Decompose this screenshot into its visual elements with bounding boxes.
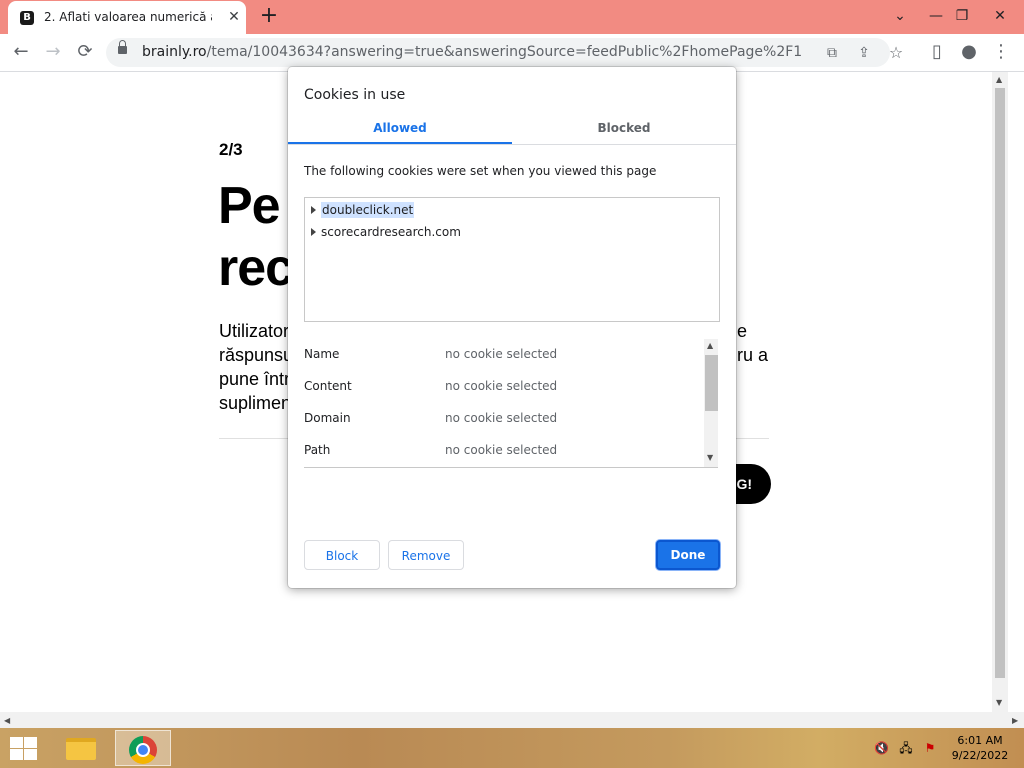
volume-muted-icon[interactable]: 🔇 [874,741,889,755]
scroll-down-arrow-icon[interactable]: ▼ [996,698,1002,707]
active-tab-indicator [288,142,512,144]
details-scroll-down-icon[interactable]: ▼ [707,453,713,462]
new-tab-button[interactable]: + [258,5,280,28]
network-icon[interactable]: 🖧 [899,741,913,755]
close-window-button[interactable]: ✕ [980,2,1020,30]
folder-icon [66,738,96,760]
windows-taskbar: 🔇 🖧 ⚑ 6:01 AM 9/22/2022 [0,728,1024,768]
scroll-up-arrow-icon[interactable]: ▲ [996,75,1002,84]
page-heading-line-2: rec [218,239,294,297]
tab-search-chevron-icon[interactable]: ⌄ [880,2,920,30]
forward-button[interactable]: → [40,39,66,65]
lock-icon[interactable] [118,40,127,54]
url-text[interactable]: brainly.ro/tema/10043634?answering=true&… [142,44,802,60]
tab-strip: B 2. Aflati valoarea numerică a fiecă ✕ … [0,0,1024,34]
step-indicator: 2/3 [219,140,243,159]
clock-time: 6:01 AM [957,734,1003,747]
tree-item-doubleclick[interactable]: doubleclick.net [311,200,415,220]
expand-triangle-icon[interactable] [311,228,316,236]
chrome-icon [129,736,157,764]
detail-value: no cookie selected [445,347,558,361]
done-button[interactable]: Done [656,540,720,570]
windows-logo-pane [10,737,23,748]
cookie-domain-tree[interactable]: doubleclick.net scorecardresearch.com [304,197,720,322]
url-path: /tema/10043634?answering=true&answeringS… [206,44,803,60]
detail-label: Content [304,379,352,393]
details-scroll-up-icon[interactable]: ▲ [707,341,713,350]
browser-tab[interactable]: B 2. Aflati valoarea numerică a fiecă ✕ [8,1,246,34]
paragraph-fragment-1: e [737,321,748,341]
side-panel-icon[interactable]: ▯ [924,39,950,65]
back-button[interactable]: ← [8,39,34,65]
tab-allowed[interactable]: Allowed [288,121,512,135]
dialog-title: Cookies in use [304,87,406,103]
detail-row-name: Name no cookie selected [304,344,704,364]
bookmark-star-icon[interactable]: ☆ [886,43,906,63]
detail-row-content: Content no cookie selected [304,376,704,396]
detail-label: Domain [304,411,351,425]
detail-value: no cookie selected [445,443,558,457]
file-explorer-taskbar-button[interactable] [52,730,108,766]
detail-label: Path [304,443,331,457]
block-button[interactable]: Block [304,540,380,570]
tree-item-label: doubleclick.net [321,202,415,218]
detail-row-path: Path no cookie selected [304,440,704,460]
scroll-left-arrow-icon[interactable]: ◀ [4,716,10,725]
start-windows-icon[interactable] [8,736,38,760]
windows-logo-pane [24,737,37,748]
tab-blocked[interactable]: Blocked [512,121,736,135]
tree-item-label: scorecardresearch.com [321,225,461,239]
chrome-taskbar-button[interactable] [115,730,171,766]
brainly-favicon-icon: B [20,11,34,25]
address-bar[interactable]: brainly.ro/tema/10043634?answering=true&… [106,38,903,67]
tree-item-scorecardresearch[interactable]: scorecardresearch.com [311,222,461,242]
restore-button[interactable]: ❐ [942,2,982,30]
detail-label: Name [304,347,340,361]
paragraph-fragment-2: ru a [737,345,769,365]
profile-avatar-icon[interactable]: ● [956,39,982,65]
detail-row-domain: Domain no cookie selected [304,408,704,428]
close-tab-icon[interactable]: ✕ [226,9,242,25]
page-heading-line-1: Pe [218,177,281,235]
windows-logo-pane [10,749,23,760]
cookies-in-use-dialog: Cookies in use Allowed Blocked The follo… [288,67,736,588]
system-clock[interactable]: 6:01 AM 9/22/2022 [945,733,1015,763]
share-icon[interactable]: ⇪ [854,43,874,63]
expand-triangle-icon[interactable] [311,206,316,214]
detail-value: no cookie selected [445,411,558,425]
tab-title: 2. Aflati valoarea numerică a fiecă [44,10,212,24]
remove-button[interactable]: Remove [388,540,464,570]
details-scrollbar-thumb[interactable] [705,355,718,411]
clock-date: 9/22/2022 [951,749,1009,762]
vertical-scrollbar-thumb[interactable] [995,88,1005,678]
horizontal-scrollbar[interactable]: ◀ ▶ [0,712,1024,728]
action-center-flag-icon[interactable]: ⚑ [923,741,937,755]
dialog-intro-text: The following cookies were set when you … [304,164,657,178]
translate-icon[interactable]: ⧉ [822,43,842,63]
reload-button[interactable]: ⟳ [72,39,98,65]
chrome-menu-icon[interactable]: ⋮ [988,39,1014,65]
detail-value: no cookie selected [445,379,558,393]
url-host: brainly.ro [142,44,207,60]
tab-divider [288,144,736,145]
details-scrollbar[interactable]: ▲ ▼ [704,339,718,467]
cookie-details-panel: Name no cookie selected Content no cooki… [304,339,718,468]
windows-logo-pane [24,749,37,760]
scroll-right-arrow-icon[interactable]: ▶ [1012,716,1018,725]
vertical-scrollbar[interactable]: ▲ ▼ [992,72,1008,712]
